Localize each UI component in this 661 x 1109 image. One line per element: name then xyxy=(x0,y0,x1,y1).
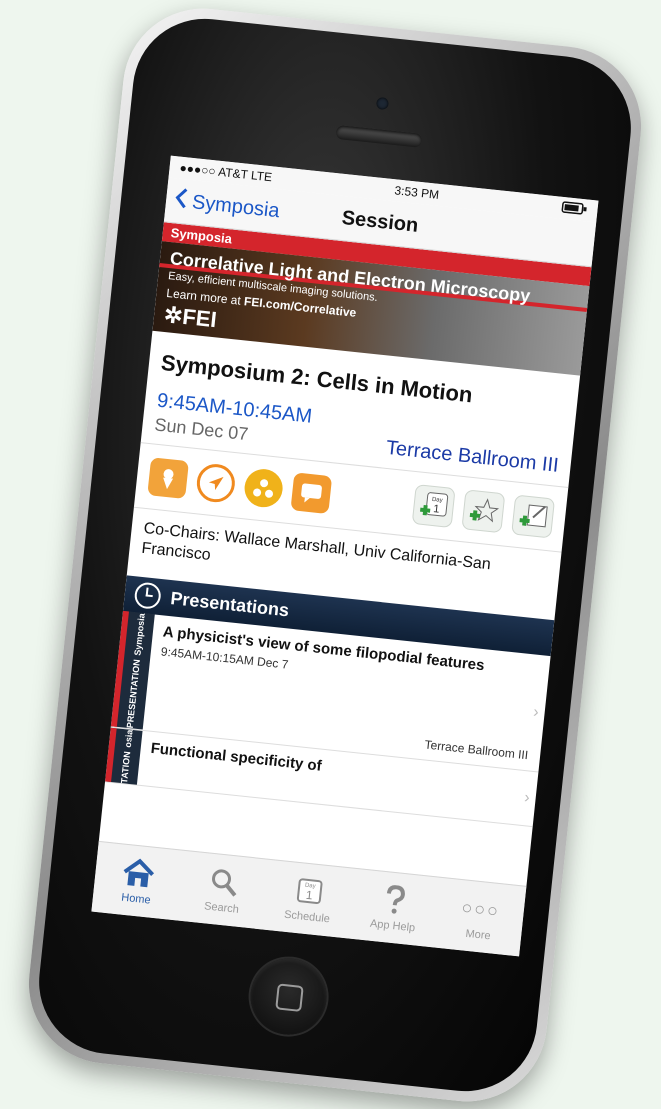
battery-icon xyxy=(561,200,588,218)
actions-left xyxy=(147,457,333,515)
tab-label: Search xyxy=(203,900,240,916)
share-icon[interactable] xyxy=(242,467,285,510)
chevron-right-icon: › xyxy=(523,788,531,807)
add-note-icon[interactable] xyxy=(511,494,556,539)
phone-bezel: ●●●○○ AT&T LTE 3:53 PM Symposia Session … xyxy=(32,11,638,1099)
presentation-tag-bottom: Symposia xyxy=(132,612,147,656)
screen: ●●●○○ AT&T LTE 3:53 PM Symposia Session … xyxy=(91,155,599,957)
session-datetime: 9:45AM-10:45AM Sun Dec 07 xyxy=(154,390,313,452)
presentation-tag-top: TATION xyxy=(119,750,133,784)
home-icon xyxy=(97,853,180,893)
chevron-right-icon: › xyxy=(532,703,540,721)
calendar-icon: Day 1 xyxy=(268,871,351,911)
tab-home[interactable]: Home xyxy=(96,853,181,909)
camera-icon xyxy=(375,96,390,111)
tab-label: Schedule xyxy=(283,908,331,926)
chat-icon[interactable] xyxy=(290,472,333,515)
fei-logo: ✲FEI xyxy=(162,301,218,333)
tab-more[interactable]: ○○○ More xyxy=(438,889,523,945)
phone-frame: ●●●○○ AT&T LTE 3:53 PM Symposia Session … xyxy=(21,0,649,1109)
more-icon: ○○○ xyxy=(460,896,502,921)
tab-label: App Help xyxy=(369,917,416,935)
tab-schedule[interactable]: Day 1 Schedule xyxy=(267,871,352,927)
add-favorite-icon[interactable] xyxy=(461,489,506,534)
phone: ●●●○○ AT&T LTE 3:53 PM Symposia Session … xyxy=(0,0,661,1109)
presentations-title: Presentations xyxy=(169,587,291,620)
tab-app-help[interactable]: App Help xyxy=(352,880,437,936)
tab-label: More xyxy=(464,927,492,943)
clock: 3:53 PM xyxy=(393,183,440,202)
home-button-icon xyxy=(275,983,304,1012)
map-pin-icon[interactable] xyxy=(147,457,190,500)
add-to-schedule-icon[interactable]: Day 1 xyxy=(411,484,456,529)
home-button[interactable] xyxy=(246,954,331,1039)
help-icon xyxy=(354,880,437,920)
actions-right: Day 1 xyxy=(411,484,556,539)
clock-icon xyxy=(133,581,163,610)
presentation-room: Terrace Ballroom III xyxy=(423,737,529,762)
day-number: 1 xyxy=(433,503,440,516)
tab-search[interactable]: Search xyxy=(181,862,266,918)
search-icon xyxy=(183,862,266,902)
tab-bar: Home Search Day 1 Schedule App Help ○○○ … xyxy=(91,840,527,957)
presentation-tag-bottom: osia xyxy=(122,728,135,748)
speaker-grille xyxy=(335,124,423,148)
navigate-icon[interactable] xyxy=(194,462,237,505)
presentation-tag-top: PRESENTATION xyxy=(124,658,142,729)
tab-label: Home xyxy=(120,891,152,907)
